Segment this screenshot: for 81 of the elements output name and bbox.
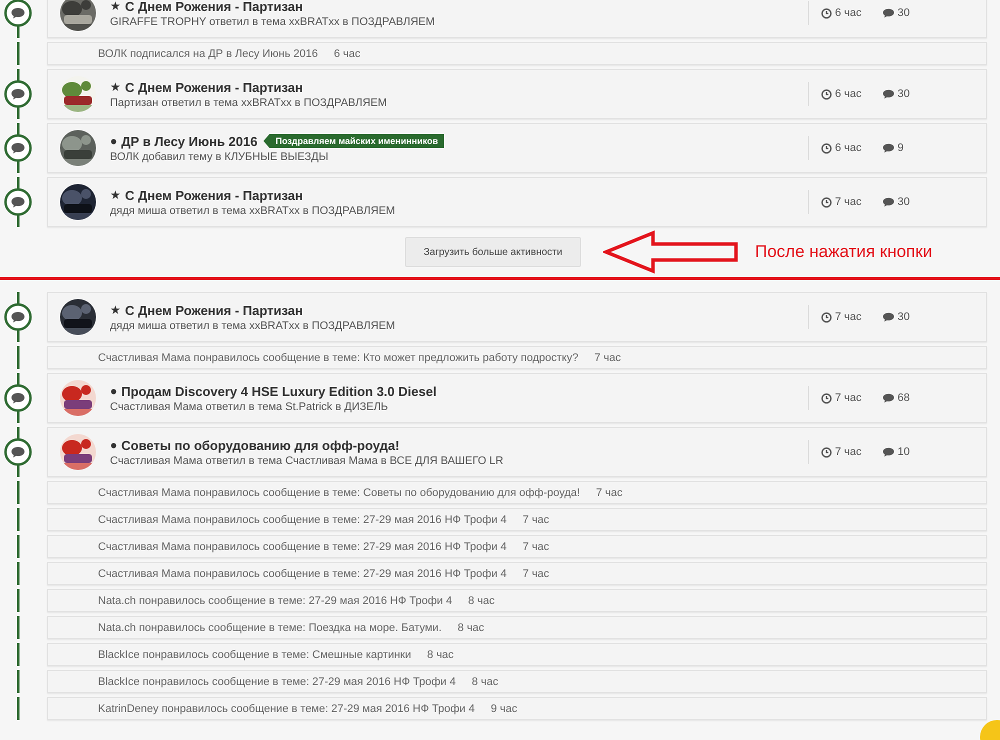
- activity-text: Nata.ch понравилось сообщение в теме: Поездка на море. Батуми.: [98, 622, 442, 634]
- activity-text: Счастливая Мама понравилось сообщение в теме: Кто может предложить работу подростку?: [98, 352, 578, 364]
- comment-icon: [882, 312, 895, 322]
- time-ago: 8 час: [472, 676, 498, 688]
- topic-mark: ★: [110, 188, 121, 202]
- activity-text: Счастливая Мама понравилось сообщение в теме: 27-29 мая 2016 НФ Трофи 4: [98, 514, 507, 526]
- time-ago: 7 час: [522, 514, 550, 526]
- annotation-text: После нажатия кнопки: [755, 242, 932, 262]
- comment-icon: [882, 142, 895, 154]
- reply-count: 30: [898, 196, 910, 208]
- comment-marker-icon: [4, 80, 32, 108]
- topic-mark: ●: [110, 438, 118, 452]
- load-more-button[interactable]: Загрузить больше активности: [405, 237, 581, 267]
- reply-count: 10: [898, 446, 910, 458]
- time-ago: 7 час: [835, 392, 862, 404]
- time-ago: 8 час: [458, 622, 484, 634]
- clock-icon: [821, 392, 832, 404]
- comment-marker-icon: [4, 0, 32, 27]
- clock-icon: [821, 312, 832, 322]
- clock-icon: [821, 88, 832, 100]
- reply-count: 30: [898, 88, 910, 100]
- time-ago: 6 час: [835, 88, 862, 100]
- topic-title-link[interactable]: С Днем Рожения - Партизан: [125, 0, 303, 14]
- topic-mark: ★: [110, 0, 121, 13]
- time-ago: 7 час: [522, 568, 550, 580]
- comment-marker-icon: [4, 384, 32, 412]
- time-ago: 7 час: [596, 486, 622, 498]
- clock-icon: [821, 142, 832, 154]
- comment-icon: [882, 446, 895, 458]
- topic-mark: ★: [110, 80, 121, 94]
- time-ago: 6 час: [334, 48, 360, 60]
- topic-title-link[interactable]: Продам Discovery 4 HSE Luxury Edition 3.0 Diesel: [121, 384, 437, 398]
- activity-summary: дядя миша ответил в тема xxBRATxx в ПОЗДРАВЛЯЕМ: [110, 204, 396, 216]
- activity-text: Счастливая Мама понравилось сообщение в теме: Советы по оборудованию для офф-роуда!: [98, 486, 580, 498]
- time-ago: 8 час: [468, 594, 495, 606]
- clock-icon: [821, 8, 832, 18]
- activity-summary: Счастливая Мама ответил в тема Счастливая Мама в ВСЕ ДЛЯ ВАШЕГО LR: [110, 454, 504, 466]
- time-ago: 8 час: [427, 648, 454, 660]
- reply-count: 9: [898, 142, 904, 154]
- time-ago: 6 час: [835, 7, 862, 19]
- time-ago: 7 час: [835, 446, 862, 458]
- activity-text: Nata.ch понравилось сообщение в теме: 27-29 мая 2016 НФ Трофи 4: [98, 594, 452, 606]
- time-ago: 7 час: [835, 311, 862, 323]
- comment-marker-icon: [4, 188, 32, 216]
- activity-summary: Партизан ответил в тема xxBRATxx в ПОЗДРАВЛЯЕМ: [110, 96, 388, 108]
- comment-icon: [882, 196, 895, 208]
- reply-count: 68: [898, 392, 910, 404]
- activity-text: BlackIce понравилось сообщение в теме: 27-29 мая 2016 НФ Трофи 4: [98, 676, 456, 688]
- activity-text: ВОЛК подписался на ДР в Лесу Июнь 2016: [98, 48, 318, 60]
- activity-summary: Счастливая Мама ответил в тема St.Patrick в ДИЗЕЛЬ: [110, 400, 390, 412]
- topic-title-link[interactable]: С Днем Рожения - Партизан: [125, 80, 303, 94]
- activity-summary: ВОЛК добавил тему в КЛУБНЫЕ ВЫЕЗДЫ: [110, 150, 330, 162]
- comment-icon: [882, 392, 895, 404]
- activity-text: Счастливая Мама понравилось сообщение в теме: 27-29 мая 2016 НФ Трофи 4: [98, 568, 507, 580]
- time-ago: 9 час: [490, 702, 518, 714]
- comment-marker-icon: [4, 303, 32, 331]
- time-ago: 7 час: [835, 196, 862, 208]
- comment-icon: [882, 88, 895, 100]
- clock-icon: [821, 196, 832, 208]
- activity-text: Счастливая Мама понравилось сообщение в теме: 27-29 мая 2016 НФ Трофи 4: [98, 540, 507, 552]
- comment-marker-icon: [4, 438, 32, 466]
- time-ago: 6 час: [835, 142, 862, 154]
- time-ago: 7 час: [522, 540, 550, 552]
- time-ago: 7 час: [594, 352, 621, 364]
- activity-text: KatrinDeney понравилось сообщение в теме: 27-29 мая 2016 НФ Трофи 4: [98, 702, 475, 714]
- clock-icon: [821, 446, 832, 458]
- topic-title-link[interactable]: ДР в Лесу Июнь 2016: [121, 134, 258, 148]
- topic-mark: ●: [110, 384, 118, 398]
- activity-summary: GIRAFFE TROPHY ответил в тема xxBRATxx в ПОЗДРАВЛЯЕМ: [110, 16, 436, 28]
- reply-count: 30: [898, 7, 910, 19]
- topic-title-link[interactable]: Советы по оборудованию для офф-роуда!: [121, 438, 400, 452]
- topic-mark: ●: [110, 134, 118, 148]
- topic-mark: ★: [110, 303, 121, 317]
- activity-text: BlackIce понравилось сообщение в теме: Смешные картинки: [98, 648, 412, 660]
- topic-prefix-tag: Поздравляем майских именинников: [263, 134, 444, 148]
- comment-marker-icon: [4, 134, 32, 162]
- reply-count: 30: [898, 311, 910, 323]
- comment-icon: [882, 8, 895, 18]
- topic-title-link[interactable]: С Днем Рожения - Партизан: [125, 302, 303, 318]
- activity-summary: дядя миша ответил в тема xxBRATxx в ПОЗДРАВЛЯЕМ: [110, 320, 396, 332]
- topic-title-link[interactable]: С Днем Рожения - Партизан: [125, 188, 303, 202]
